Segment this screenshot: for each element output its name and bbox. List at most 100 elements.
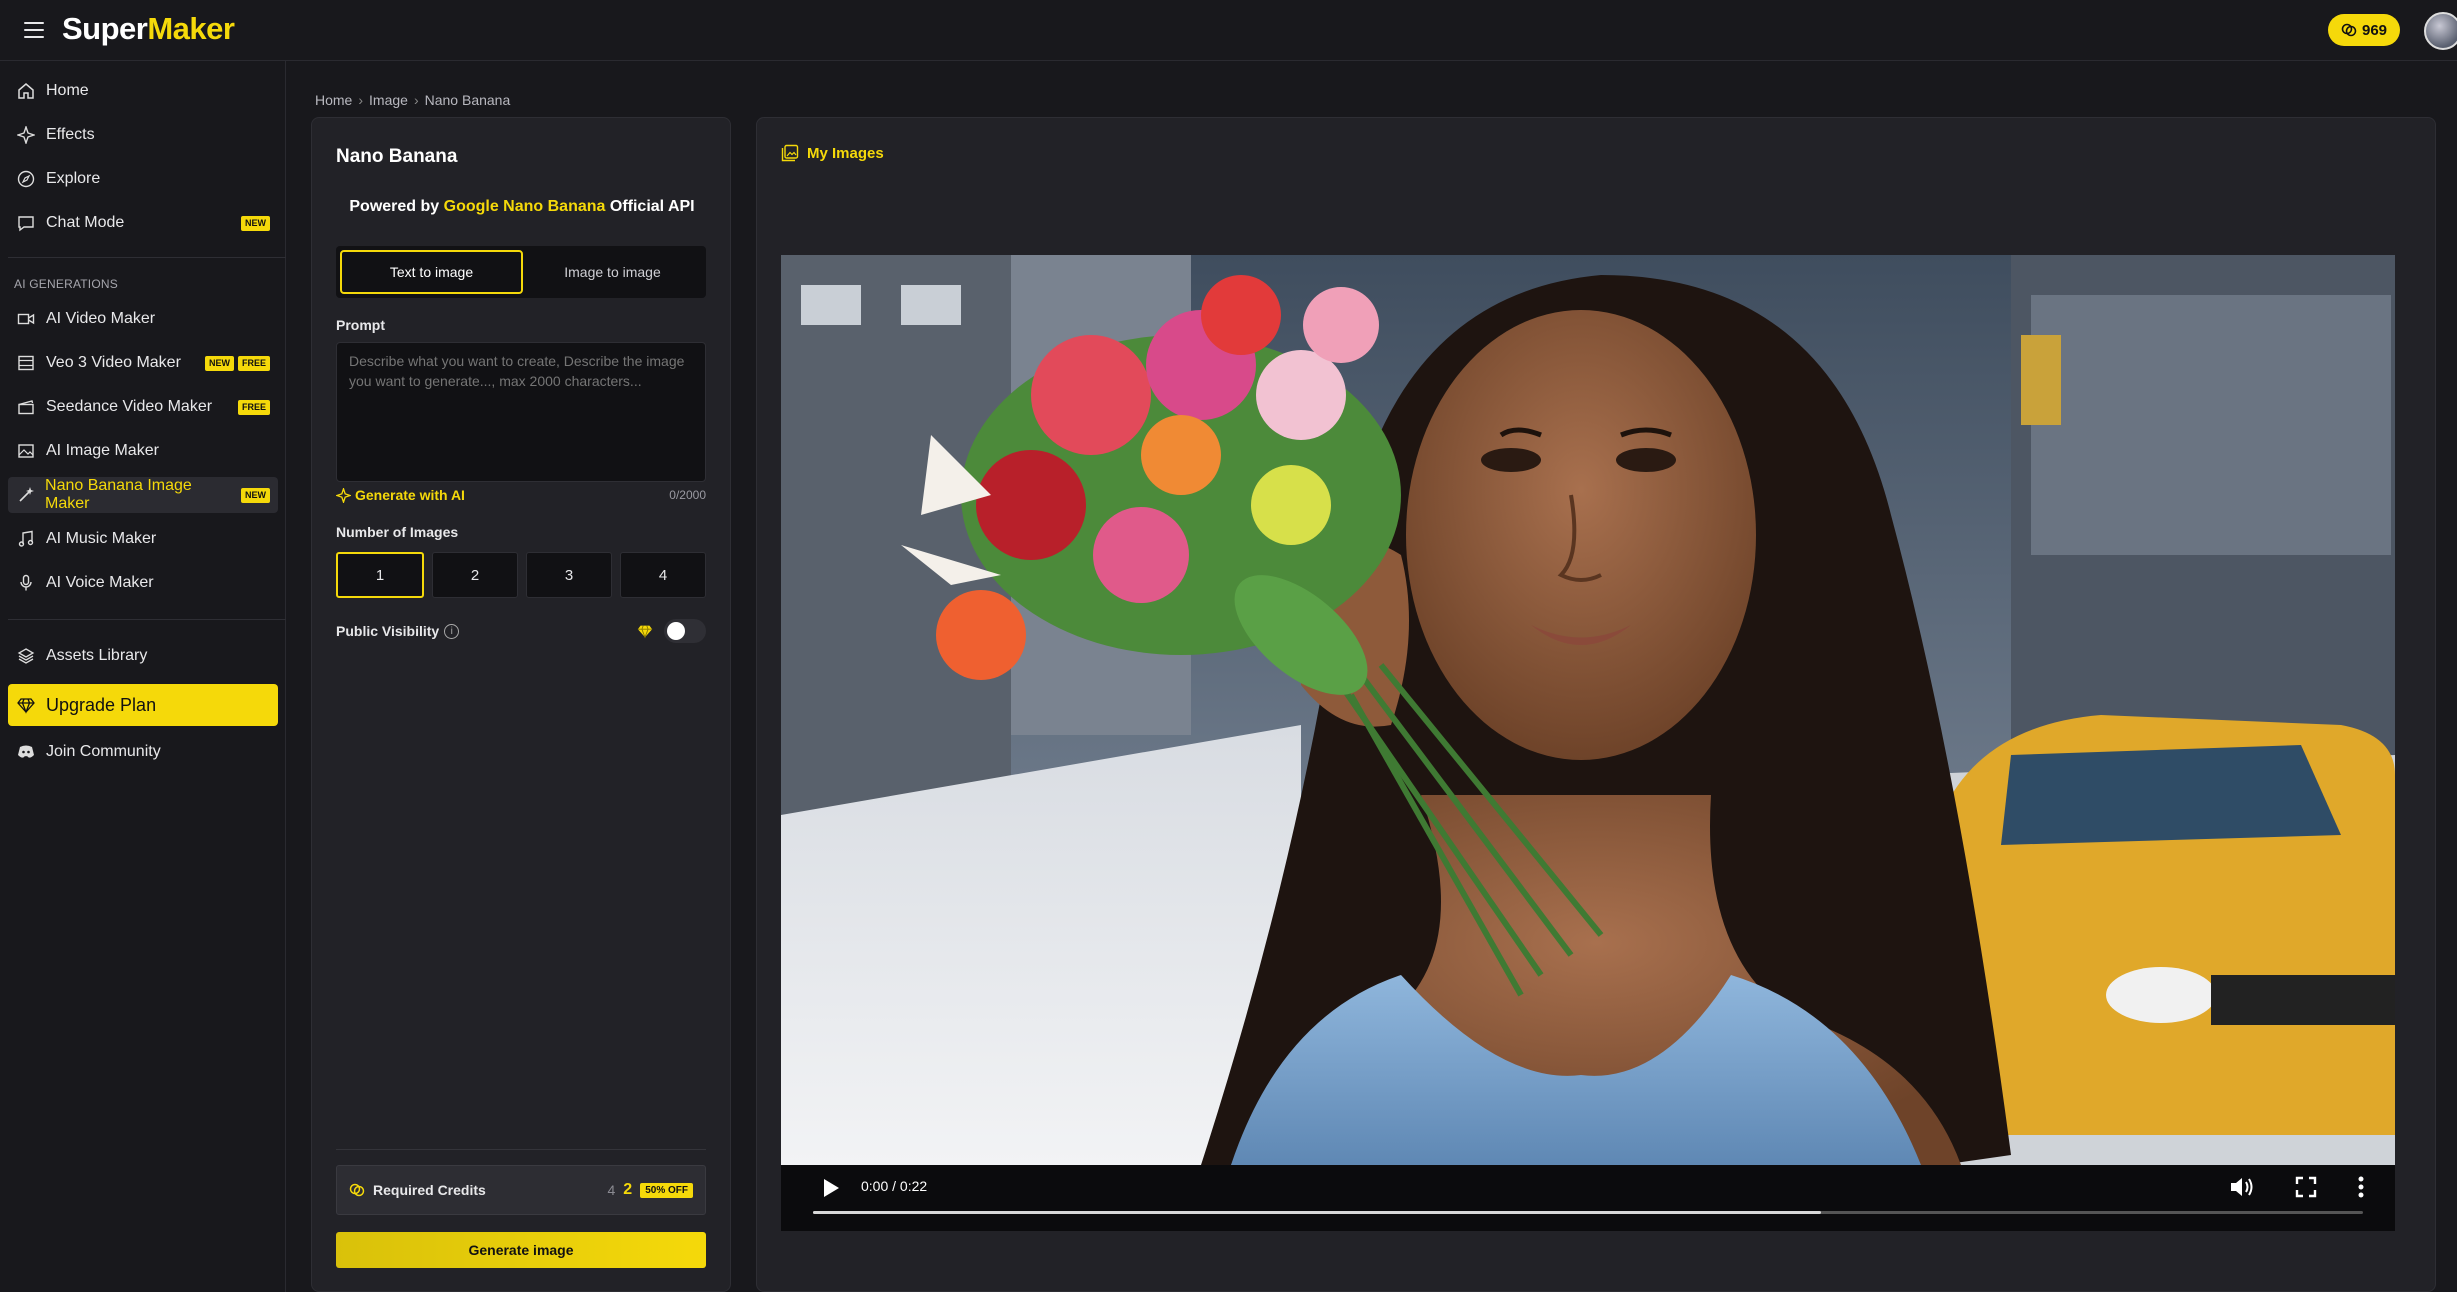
- sidebar-item-ai-voice-maker[interactable]: AI Voice Maker: [8, 565, 278, 601]
- sidebar-item-label: Nano Banana Image Maker: [45, 477, 192, 512]
- breadcrumb: Home › Image › Nano Banana: [315, 92, 510, 108]
- powered-prefix: Powered by: [349, 198, 444, 215]
- breadcrumb-current: Nano Banana: [424, 92, 511, 108]
- breadcrumb-separator: ›: [413, 92, 419, 108]
- video-player[interactable]: 0:00 / 0:22: [781, 255, 2395, 1231]
- sidebar-item-label: Join Community: [46, 743, 161, 760]
- magic-wand-icon: [16, 485, 35, 505]
- my-images-tab[interactable]: My Images: [781, 144, 884, 162]
- discount-badge: 50% OFF: [640, 1182, 693, 1198]
- mode-tabs: Text to image Image to image: [336, 246, 706, 298]
- credits-badge[interactable]: 969: [2328, 14, 2400, 46]
- image-icon: [16, 441, 36, 461]
- breadcrumb-home[interactable]: Home: [315, 92, 352, 108]
- free-badge: FREE: [237, 355, 270, 371]
- video-progress-bar[interactable]: [813, 1211, 2363, 1214]
- sparkles-icon: [16, 125, 36, 145]
- sidebar-item-chat-mode[interactable]: Chat Mode NEW: [8, 205, 278, 241]
- logo[interactable]: SuperMaker: [62, 11, 235, 47]
- sidebar: Home Effects Explore Chat Mode NEW AI GE…: [0, 61, 286, 1292]
- generate-image-button[interactable]: Generate image: [336, 1232, 706, 1268]
- powered-by-text: Powered by Google Nano Banana Official A…: [312, 198, 732, 216]
- num-images-selector: 1 2 3 4: [336, 552, 706, 598]
- sidebar-item-ai-image-maker[interactable]: AI Image Maker: [8, 433, 278, 469]
- credits-count: 969: [2361, 21, 2388, 39]
- required-credits-box: Required Credits 4 2 50% OFF: [336, 1165, 706, 1215]
- sidebar-item-label: Upgrade Plan: [46, 694, 157, 715]
- generator-panel: Nano Banana Powered by Google Nano Banan…: [311, 117, 731, 1292]
- sidebar-item-label: Chat Mode: [46, 214, 125, 231]
- sidebar-item-nano-banana-image-maker[interactable]: Nano Banana Image Maker NEW: [8, 477, 278, 513]
- new-badge: NEW: [204, 355, 234, 371]
- tab-text-to-image[interactable]: Text to image: [340, 250, 523, 294]
- upgrade-plan-button[interactable]: Upgrade Plan: [8, 684, 278, 726]
- avatar[interactable]: [2424, 12, 2457, 50]
- divider: [336, 1149, 706, 1150]
- generate-with-ai-button[interactable]: Generate with AI: [336, 487, 465, 503]
- sidebar-item-ai-video-maker[interactable]: AI Video Maker: [8, 301, 278, 337]
- sidebar-item-label: AI Music Maker: [46, 530, 157, 547]
- video-camera-icon: [16, 309, 36, 329]
- time-current: 0:00: [861, 1178, 889, 1194]
- sidebar-item-effects[interactable]: Effects: [8, 117, 278, 153]
- clapper-icon: [16, 397, 36, 417]
- page-title: Nano Banana: [336, 146, 458, 167]
- num-option-3[interactable]: 3: [526, 552, 612, 598]
- breadcrumb-image[interactable]: Image: [369, 92, 408, 108]
- coins-icon: [349, 1183, 365, 1197]
- divider: [8, 257, 286, 258]
- chat-icon: [16, 213, 36, 233]
- toggle-knob: [667, 622, 685, 640]
- compass-icon: [16, 169, 36, 189]
- public-visibility-toggle[interactable]: [664, 619, 706, 643]
- coins-icon: [2341, 23, 2357, 37]
- gallery-icon: [781, 144, 799, 162]
- prompt-input[interactable]: [336, 342, 706, 482]
- sidebar-item-assets-library[interactable]: Assets Library: [8, 638, 278, 674]
- info-icon[interactable]: i: [444, 623, 460, 639]
- diamond-icon: [16, 695, 36, 715]
- sidebar-item-ai-music-maker[interactable]: AI Music Maker: [8, 521, 278, 557]
- new-badge: NEW: [241, 215, 270, 231]
- diamond-icon: [637, 625, 653, 639]
- sidebar-item-label: AI Video Maker: [46, 310, 156, 327]
- video-progress-fill: [813, 1211, 1821, 1214]
- sidebar-item-label: Explore: [46, 170, 101, 187]
- tab-image-to-image[interactable]: Image to image: [523, 250, 702, 294]
- generate-with-ai-label: Generate with AI: [355, 487, 465, 503]
- volume-icon[interactable]: [2229, 1175, 2255, 1199]
- music-note-icon: [16, 529, 36, 549]
- time-total: 0:22: [899, 1178, 928, 1194]
- credits-discounted: 2: [623, 1181, 633, 1198]
- gallery-panel: My Images 0:00 / 0:22: [756, 117, 2436, 1292]
- top-bar: SuperMaker 969: [0, 0, 2457, 61]
- public-visibility-row: Public Visibility i: [336, 623, 460, 639]
- breadcrumb-separator: ›: [358, 92, 364, 108]
- credits-original: 4: [607, 1182, 616, 1198]
- free-badge: FREE: [237, 399, 270, 415]
- divider: [8, 619, 286, 620]
- prompt-label: Prompt: [336, 317, 385, 333]
- sidebar-item-explore[interactable]: Explore: [8, 161, 278, 197]
- logo-text-maker: Maker: [147, 11, 235, 46]
- num-option-2[interactable]: 2: [432, 552, 518, 598]
- sidebar-item-label: Assets Library: [46, 647, 148, 664]
- sidebar-item-home[interactable]: Home: [8, 73, 278, 109]
- sidebar-item-label: Home: [46, 82, 89, 99]
- sidebar-item-label: Effects: [46, 126, 95, 143]
- video-controls: 0:00 / 0:22: [781, 1165, 2395, 1231]
- sidebar-item-label: Veo 3 Video Maker: [46, 354, 181, 371]
- sparkles-icon: [336, 487, 351, 503]
- sidebar-item-join-community[interactable]: Join Community: [8, 734, 278, 770]
- more-options-icon[interactable]: [2357, 1175, 2365, 1199]
- num-option-4[interactable]: 4: [620, 552, 706, 598]
- num-option-1[interactable]: 1: [336, 552, 424, 598]
- time-separator: /: [888, 1178, 900, 1194]
- sidebar-item-seedance-video-maker[interactable]: Seedance Video Maker FREE: [8, 389, 278, 425]
- powered-highlight: Google Nano Banana: [443, 198, 606, 215]
- layers-icon: [16, 646, 36, 666]
- menu-icon[interactable]: [24, 22, 44, 38]
- play-icon[interactable]: [821, 1177, 841, 1199]
- sidebar-item-veo3-video-maker[interactable]: Veo 3 Video Maker NEW FREE: [8, 345, 278, 381]
- fullscreen-icon[interactable]: [2295, 1176, 2317, 1198]
